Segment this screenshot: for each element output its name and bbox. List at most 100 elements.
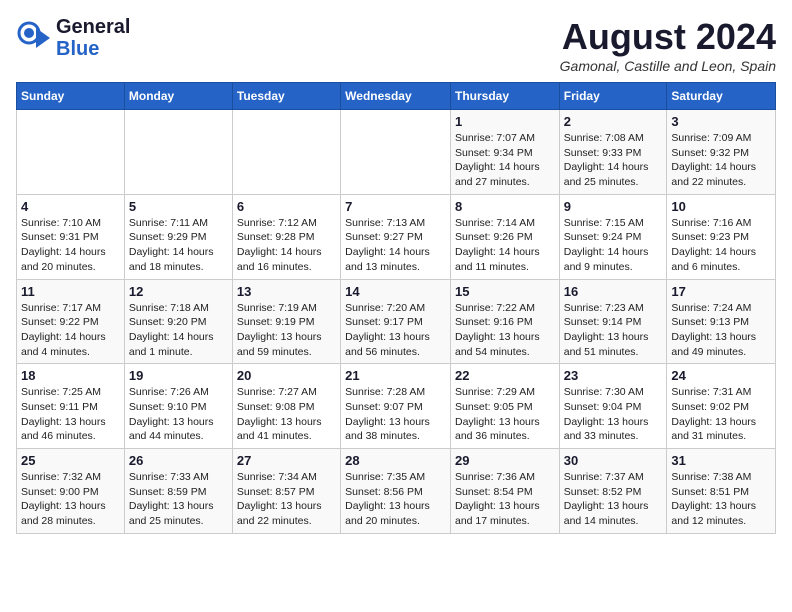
calendar-cell: 4 Sunrise: 7:10 AM Sunset: 9:31 PM Daylig… bbox=[17, 194, 125, 279]
page-header: General Blue August 2024 Gamonal, Castil… bbox=[16, 16, 776, 74]
calendar-cell: 30Sunrise: 7:37 AM Sunset: 8:52 PM Dayli… bbox=[559, 449, 667, 534]
calendar-cell bbox=[341, 110, 451, 195]
week-row-5: 25 Sunrise: 7:32 AM Sunset: 9:00 PM Dayli… bbox=[17, 449, 776, 534]
day-number: 22 bbox=[455, 368, 555, 383]
day-info: Sunrise: 7:34 AM Sunset: 8:57 PM Dayligh… bbox=[237, 470, 336, 529]
day-info: Sunrise: 7:07 AM Sunset: 9:34 PM Dayligh… bbox=[455, 131, 555, 190]
calendar-cell: 29 Sunrise: 7:36 AM Sunset: 8:54 PM Dayli… bbox=[450, 449, 559, 534]
day-info: Sunrise: 7:12 AM Sunset: 9:28 PM Dayligh… bbox=[237, 216, 336, 275]
calendar-cell: 1 Sunrise: 7:07 AM Sunset: 9:34 PM Daylig… bbox=[450, 110, 559, 195]
day-number: 1 bbox=[455, 114, 555, 129]
day-info: Sunrise: 7:09 AM Sunset: 9:32 PM Dayligh… bbox=[671, 131, 771, 190]
day-header-saturday: Saturday bbox=[667, 83, 776, 110]
day-info: Sunrise: 7:28 AM Sunset: 9:07 PM Dayligh… bbox=[345, 385, 446, 444]
calendar-cell bbox=[124, 110, 232, 195]
calendar-cell: 24 Sunrise: 7:31 AM Sunset: 9:02 PM Dayli… bbox=[667, 364, 776, 449]
day-number: 8 bbox=[455, 199, 555, 214]
day-header-sunday: Sunday bbox=[17, 83, 125, 110]
calendar-header-row: SundayMondayTuesdayWednesdayThursdayFrid… bbox=[17, 83, 776, 110]
day-info: Sunrise: 7:25 AM Sunset: 9:11 PM Dayligh… bbox=[21, 385, 120, 444]
logo-blue: Blue bbox=[56, 38, 130, 60]
day-number: 26 bbox=[129, 453, 228, 468]
day-number: 2 bbox=[564, 114, 663, 129]
calendar-cell: 10 Sunrise: 7:16 AM Sunset: 9:23 PM Dayli… bbox=[667, 194, 776, 279]
day-number: 23 bbox=[564, 368, 663, 383]
day-number: 19 bbox=[129, 368, 228, 383]
logo-icon bbox=[16, 20, 52, 56]
week-row-4: 18 Sunrise: 7:25 AM Sunset: 9:11 PM Dayli… bbox=[17, 364, 776, 449]
calendar-cell: 28Sunrise: 7:35 AM Sunset: 8:56 PM Dayli… bbox=[341, 449, 451, 534]
day-info: Sunrise: 7:23 AM Sunset: 9:14 PM Dayligh… bbox=[564, 301, 663, 360]
logo: General Blue bbox=[16, 16, 130, 60]
calendar-cell: 22Sunrise: 7:29 AM Sunset: 9:05 PM Dayli… bbox=[450, 364, 559, 449]
calendar-cell: 26 Sunrise: 7:33 AM Sunset: 8:59 PM Dayli… bbox=[124, 449, 232, 534]
day-number: 27 bbox=[237, 453, 336, 468]
day-header-tuesday: Tuesday bbox=[232, 83, 340, 110]
calendar-cell: 23 Sunrise: 7:30 AM Sunset: 9:04 PM Dayli… bbox=[559, 364, 667, 449]
day-info: Sunrise: 7:24 AM Sunset: 9:13 PM Dayligh… bbox=[671, 301, 771, 360]
calendar-cell bbox=[232, 110, 340, 195]
day-number: 24 bbox=[671, 368, 771, 383]
day-info: Sunrise: 7:33 AM Sunset: 8:59 PM Dayligh… bbox=[129, 470, 228, 529]
day-info: Sunrise: 7:15 AM Sunset: 9:24 PM Dayligh… bbox=[564, 216, 663, 275]
day-number: 12 bbox=[129, 284, 228, 299]
title-block: August 2024 Gamonal, Castille and Leon, … bbox=[560, 16, 776, 74]
day-number: 25 bbox=[21, 453, 120, 468]
day-number: 30 bbox=[564, 453, 663, 468]
calendar-cell: 21 Sunrise: 7:28 AM Sunset: 9:07 PM Dayli… bbox=[341, 364, 451, 449]
day-number: 28 bbox=[345, 453, 446, 468]
calendar-cell: 7Sunrise: 7:13 AM Sunset: 9:27 PM Daylig… bbox=[341, 194, 451, 279]
day-number: 4 bbox=[21, 199, 120, 214]
day-number: 5 bbox=[129, 199, 228, 214]
day-info: Sunrise: 7:17 AM Sunset: 9:22 PM Dayligh… bbox=[21, 301, 120, 360]
calendar-cell: 13Sunrise: 7:19 AM Sunset: 9:19 PM Dayli… bbox=[232, 279, 340, 364]
day-header-monday: Monday bbox=[124, 83, 232, 110]
calendar-cell: 20Sunrise: 7:27 AM Sunset: 9:08 PM Dayli… bbox=[232, 364, 340, 449]
day-info: Sunrise: 7:31 AM Sunset: 9:02 PM Dayligh… bbox=[671, 385, 771, 444]
day-info: Sunrise: 7:30 AM Sunset: 9:04 PM Dayligh… bbox=[564, 385, 663, 444]
day-number: 11 bbox=[21, 284, 120, 299]
calendar-cell: 12Sunrise: 7:18 AM Sunset: 9:20 PM Dayli… bbox=[124, 279, 232, 364]
day-number: 17 bbox=[671, 284, 771, 299]
day-info: Sunrise: 7:32 AM Sunset: 9:00 PM Dayligh… bbox=[21, 470, 120, 529]
day-header-friday: Friday bbox=[559, 83, 667, 110]
calendar-cell: 5 Sunrise: 7:11 AM Sunset: 9:29 PM Daylig… bbox=[124, 194, 232, 279]
location: Gamonal, Castille and Leon, Spain bbox=[560, 58, 776, 74]
calendar-cell: 19 Sunrise: 7:26 AM Sunset: 9:10 PM Dayli… bbox=[124, 364, 232, 449]
day-number: 31 bbox=[671, 453, 771, 468]
day-number: 13 bbox=[237, 284, 336, 299]
day-info: Sunrise: 7:20 AM Sunset: 9:17 PM Dayligh… bbox=[345, 301, 446, 360]
day-info: Sunrise: 7:22 AM Sunset: 9:16 PM Dayligh… bbox=[455, 301, 555, 360]
day-header-thursday: Thursday bbox=[450, 83, 559, 110]
day-info: Sunrise: 7:13 AM Sunset: 9:27 PM Dayligh… bbox=[345, 216, 446, 275]
day-header-wednesday: Wednesday bbox=[341, 83, 451, 110]
day-info: Sunrise: 7:36 AM Sunset: 8:54 PM Dayligh… bbox=[455, 470, 555, 529]
calendar-table: SundayMondayTuesdayWednesdayThursdayFrid… bbox=[16, 82, 776, 534]
day-info: Sunrise: 7:14 AM Sunset: 9:26 PM Dayligh… bbox=[455, 216, 555, 275]
week-row-2: 4 Sunrise: 7:10 AM Sunset: 9:31 PM Daylig… bbox=[17, 194, 776, 279]
calendar-cell: 8 Sunrise: 7:14 AM Sunset: 9:26 PM Daylig… bbox=[450, 194, 559, 279]
calendar-cell: 25 Sunrise: 7:32 AM Sunset: 9:00 PM Dayli… bbox=[17, 449, 125, 534]
day-number: 9 bbox=[564, 199, 663, 214]
day-info: Sunrise: 7:11 AM Sunset: 9:29 PM Dayligh… bbox=[129, 216, 228, 275]
day-number: 15 bbox=[455, 284, 555, 299]
day-number: 29 bbox=[455, 453, 555, 468]
calendar-cell: 18 Sunrise: 7:25 AM Sunset: 9:11 PM Dayli… bbox=[17, 364, 125, 449]
week-row-3: 11 Sunrise: 7:17 AM Sunset: 9:22 PM Dayli… bbox=[17, 279, 776, 364]
day-number: 10 bbox=[671, 199, 771, 214]
calendar-cell: 31 Sunrise: 7:38 AM Sunset: 8:51 PM Dayli… bbox=[667, 449, 776, 534]
calendar-cell: 27 Sunrise: 7:34 AM Sunset: 8:57 PM Dayli… bbox=[232, 449, 340, 534]
day-info: Sunrise: 7:16 AM Sunset: 9:23 PM Dayligh… bbox=[671, 216, 771, 275]
day-number: 20 bbox=[237, 368, 336, 383]
calendar-cell: 17 Sunrise: 7:24 AM Sunset: 9:13 PM Dayli… bbox=[667, 279, 776, 364]
calendar-cell: 11 Sunrise: 7:17 AM Sunset: 9:22 PM Dayli… bbox=[17, 279, 125, 364]
day-number: 21 bbox=[345, 368, 446, 383]
calendar-cell: 15 Sunrise: 7:22 AM Sunset: 9:16 PM Dayli… bbox=[450, 279, 559, 364]
day-number: 18 bbox=[21, 368, 120, 383]
calendar-cell: 14Sunrise: 7:20 AM Sunset: 9:17 PM Dayli… bbox=[341, 279, 451, 364]
day-info: Sunrise: 7:38 AM Sunset: 8:51 PM Dayligh… bbox=[671, 470, 771, 529]
day-info: Sunrise: 7:10 AM Sunset: 9:31 PM Dayligh… bbox=[21, 216, 120, 275]
day-number: 6 bbox=[237, 199, 336, 214]
calendar-cell: 2Sunrise: 7:08 AM Sunset: 9:33 PM Daylig… bbox=[559, 110, 667, 195]
day-info: Sunrise: 7:26 AM Sunset: 9:10 PM Dayligh… bbox=[129, 385, 228, 444]
